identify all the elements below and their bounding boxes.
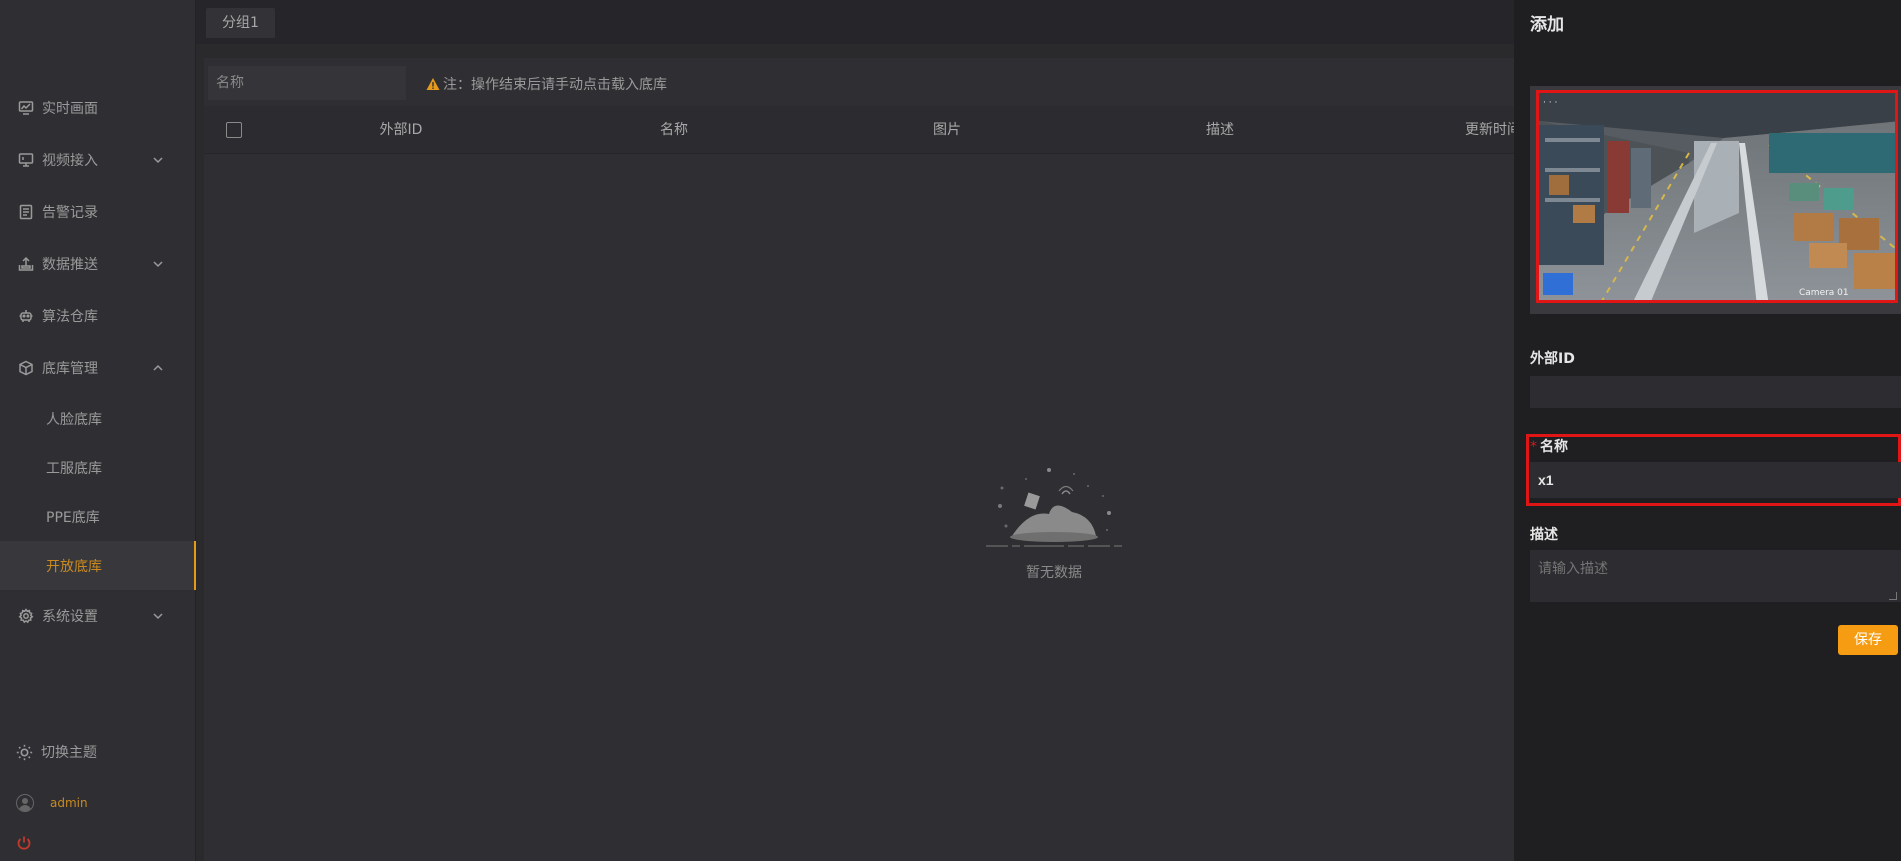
add-panel: 添加 Camera 01 · · · 外部ID * 名称 x1 描述 请输入描述… bbox=[1514, 0, 1901, 861]
warning-icon bbox=[426, 78, 440, 90]
sidebar-item-data-push[interactable]: 数据推送 bbox=[0, 238, 196, 290]
select-all-checkbox[interactable] bbox=[226, 122, 242, 138]
column-description[interactable]: 描述 bbox=[1206, 106, 1234, 154]
external-id-label: 外部ID bbox=[1530, 351, 1575, 367]
video-input-icon bbox=[18, 152, 34, 168]
theme-switch[interactable]: 切换主题 bbox=[16, 742, 97, 762]
library-content: 名称 注：操作结束后请手动点击载入底库 外部ID 名称 图片 描述 更新时间 暂… bbox=[204, 58, 1521, 861]
empty-state: 暂无数据 bbox=[984, 458, 1124, 582]
document-icon bbox=[18, 204, 34, 220]
sidebar-subitem-label: 人脸底库 bbox=[46, 411, 102, 428]
gear-icon bbox=[18, 608, 34, 624]
save-button[interactable]: 保存 bbox=[1838, 625, 1898, 655]
sidebar-item-label: 系统设置 bbox=[42, 609, 98, 625]
column-image[interactable]: 图片 bbox=[933, 106, 961, 154]
sidebar-subitem-label: 开放底库 bbox=[46, 558, 102, 575]
main-area: 分组1 名称 注：操作结束后请手动点击载入底库 外部ID 名称 图片 描述 更新… bbox=[196, 0, 1521, 861]
warehouse-photo: Camera 01 · · · bbox=[1539, 93, 1895, 300]
sidebar-item-label: 视频接入 bbox=[42, 153, 98, 169]
empty-box-icon bbox=[986, 468, 1122, 547]
sidebar-item-label: 底库管理 bbox=[42, 361, 98, 377]
empty-text: 暂无数据 bbox=[1026, 565, 1082, 581]
sidebar-subitem-label: PPE底库 bbox=[46, 509, 100, 526]
sidebar-item-label: 实时画面 bbox=[42, 101, 98, 117]
chevron-down-icon bbox=[152, 154, 164, 166]
sidebar-item-realtime[interactable]: 实时画面 bbox=[0, 82, 196, 134]
sidebar-item-algorithm-store[interactable]: 算法仓库 bbox=[0, 290, 196, 342]
sidebar: 实时画面 视频接入 告警记录 数据推送 算法仓库 底库管理 人脸底库 工服底库 … bbox=[0, 0, 196, 861]
logout-button[interactable] bbox=[16, 835, 32, 855]
warehouse-image: Camera 01 · · · bbox=[1536, 90, 1898, 303]
app-root: 实时画面 视频接入 告警记录 数据推送 算法仓库 底库管理 人脸底库 工服底库 … bbox=[0, 0, 1901, 861]
name-label-text: 名称 bbox=[1540, 439, 1568, 455]
theme-switch-label: 切换主题 bbox=[41, 745, 97, 761]
camera-overlay-label: Camera 01 bbox=[1799, 288, 1849, 298]
sidebar-item-label: 算法仓库 bbox=[42, 309, 98, 325]
name-input[interactable] bbox=[1530, 462, 1901, 498]
sidebar-subitem-uniform-library[interactable]: 工服底库 bbox=[0, 443, 196, 492]
robot-icon bbox=[18, 308, 34, 324]
sidebar-subitem-ppe-library[interactable]: PPE底库 bbox=[0, 492, 196, 541]
user-info[interactable]: admin bbox=[16, 794, 88, 812]
group-tabbar: 分组1 bbox=[196, 0, 1514, 44]
upload-icon bbox=[18, 256, 34, 272]
avatar-icon bbox=[16, 794, 34, 812]
description-label: 描述 bbox=[1530, 527, 1558, 543]
chevron-down-icon bbox=[152, 610, 164, 622]
resize-handle[interactable] bbox=[1889, 592, 1897, 600]
search-input[interactable]: 名称 bbox=[208, 66, 406, 100]
sidebar-item-label: 告警记录 bbox=[42, 205, 98, 221]
monitor-chart-icon bbox=[18, 100, 34, 116]
sun-icon bbox=[16, 744, 33, 760]
column-name[interactable]: 名称 bbox=[660, 106, 688, 154]
cube-icon bbox=[18, 360, 34, 376]
description-textarea[interactable] bbox=[1530, 550, 1901, 602]
timestamp-overlay: · · · bbox=[1543, 98, 1557, 108]
sidebar-nav: 实时画面 视频接入 告警记录 数据推送 算法仓库 底库管理 人脸底库 工服底库 … bbox=[0, 82, 196, 642]
username: admin bbox=[50, 796, 88, 810]
panel-title: 添加 bbox=[1530, 15, 1564, 35]
sidebar-item-system-settings[interactable]: 系统设置 bbox=[0, 590, 196, 642]
sidebar-subitem-label: 工服底库 bbox=[46, 460, 102, 477]
sidebar-item-alarm-records[interactable]: 告警记录 bbox=[0, 186, 196, 238]
power-icon bbox=[17, 836, 31, 850]
sidebar-item-video-input[interactable]: 视频接入 bbox=[0, 134, 196, 186]
chevron-up-icon bbox=[152, 362, 164, 374]
sidebar-subitem-face-library[interactable]: 人脸底库 bbox=[0, 394, 196, 443]
tab-group1[interactable]: 分组1 bbox=[206, 8, 275, 38]
column-update-time[interactable]: 更新时间 bbox=[1465, 106, 1521, 154]
sidebar-item-label: 数据推送 bbox=[42, 257, 98, 273]
chevron-down-icon bbox=[152, 258, 164, 270]
reload-note: 注：操作结束后请手动点击载入底库 bbox=[426, 74, 667, 94]
note-text: 注：操作结束后请手动点击载入底库 bbox=[443, 77, 667, 93]
sidebar-subitem-open-library[interactable]: 开放底库 bbox=[0, 541, 196, 590]
sidebar-item-library-management[interactable]: 底库管理 bbox=[0, 342, 196, 394]
external-id-input[interactable] bbox=[1530, 376, 1901, 408]
required-asterisk: * bbox=[1530, 439, 1537, 455]
column-external-id[interactable]: 外部ID bbox=[380, 106, 423, 154]
table-header: 外部ID 名称 图片 描述 更新时间 bbox=[204, 106, 1521, 154]
name-label: * 名称 bbox=[1530, 436, 1568, 456]
